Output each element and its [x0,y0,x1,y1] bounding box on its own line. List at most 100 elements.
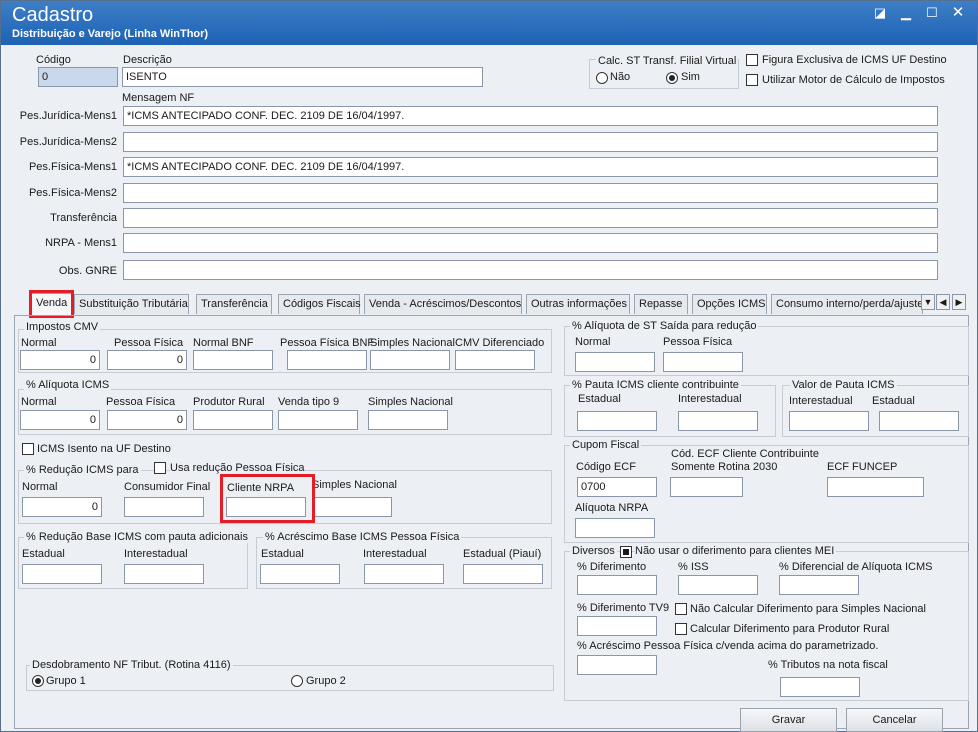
red-consumidor-input[interactable] [124,497,204,517]
tab-substituicao-tributaria[interactable]: Substituição Tributária [74,294,189,314]
tab-outras-informacoes[interactable]: Outras informações [526,294,630,314]
diversos-title: Diversos [570,545,617,557]
icms-isento-label: ICMS Isento na UF Destino [37,443,171,455]
msg-input[interactable] [123,233,938,253]
cmv-simples-input[interactable] [370,350,450,370]
cod-ecf-contrib-label: Cód. ECF Cliente Contribuinte [671,448,819,460]
iss-input[interactable] [678,575,758,595]
msg-label: Pes.Jurídica-Mens2 [19,136,117,148]
cmv-diferenciado-input[interactable] [455,350,535,370]
st-pf-input[interactable] [663,352,743,372]
aliq-produtor-input[interactable] [193,410,273,430]
icms-isento-checkbox[interactable] [22,443,34,455]
msg-label: Transferência [50,212,117,224]
cmv-normal-input[interactable]: 0 [20,350,100,370]
red-normal-input[interactable]: 0 [22,497,102,517]
aliq-simples-input[interactable] [368,410,448,430]
nao-calcular-simples-checkbox[interactable] [675,603,687,615]
cmv-pf-bnf-input[interactable] [287,350,367,370]
tab-opcoes-icms[interactable]: Opções ICMS [692,294,767,314]
tab-scroll-left-icon[interactable]: ◀ [936,294,950,310]
tab-transferencia[interactable]: Transferência [196,294,272,314]
gravar-button[interactable]: Gravar [740,708,837,732]
redbase-interestadual-input[interactable] [124,564,204,584]
diferimento-label: % Diferimento [577,561,647,573]
diferencial-aliquota-label: % Diferencial de Alíquota ICMS [779,561,933,573]
acrbase-estadual-input[interactable] [260,564,340,584]
reducao-icms-title: % Redução ICMS para [24,464,141,476]
grupo2-radio[interactable] [291,675,303,687]
nao-usar-diferimento-checkbox[interactable] [620,546,632,558]
codigo-ecf-input[interactable]: 0700 [577,477,657,497]
st-normal-input[interactable] [575,352,655,372]
acrbase-piaui-input[interactable] [463,564,543,584]
tab-dropdown-icon[interactable]: ▼ [921,294,935,310]
close-button[interactable]: ✕ [947,5,969,21]
calc-st-label: Calc. ST Transf. Filial Virtual [596,55,739,67]
somente-rotina-label: Somente Rotina 2030 [671,461,778,473]
redbase-estadual-input[interactable] [22,564,102,584]
ecf-funcep-input[interactable] [827,477,924,497]
msg-input[interactable]: *ICMS ANTECIPADO CONF. DEC. 2109 DE 16/0… [123,106,938,126]
radio-nao[interactable] [596,72,608,84]
grupo2-label: Grupo 2 [306,675,346,687]
figura-exclusiva-checkbox[interactable] [746,54,758,66]
tributos-nota-input[interactable] [780,677,860,697]
aliquota-nrpa-label: Alíquota NRPA [575,502,649,514]
tab-codigos-fiscais[interactable]: Códigos Fiscais [278,294,361,314]
acrescimo-pf-label: % Acréscimo Pessoa Física c/venda acima … [577,640,879,652]
vp-interestadual-input[interactable] [789,411,869,431]
mensagem-nf-label: Mensagem NF [122,92,195,104]
tab-venda-acrescimos[interactable]: Venda - Acréscimos/Descontos [364,294,522,314]
nao-calcular-simples-label: Não Calcular Diferimento para Simples Na… [690,603,926,615]
diferimento-input[interactable] [577,575,657,595]
msg-input[interactable]: *ICMS ANTECIPADO CONF. DEC. 2109 DE 16/0… [123,157,938,177]
minimize-button[interactable]: ▁ [895,5,917,21]
vp-estadual-input[interactable] [879,411,959,431]
cmv-pf-input[interactable]: 0 [107,350,187,370]
restore-layout-icon[interactable]: ◪ [869,5,891,21]
acrbase-estadual-label: Estadual [261,548,304,560]
diferencial-aliquota-input[interactable] [779,575,859,595]
acrescimo-pf-input[interactable] [577,655,657,675]
tab-consumo-interno[interactable]: Consumo interno/perda/ajuste [771,294,923,314]
cod-ecf-contrib-input[interactable] [670,477,743,497]
cmv-pf-bnf-label: Pessoa Física BNF [280,337,375,349]
descricao-input[interactable]: ISENTO [122,67,483,87]
maximize-button[interactable]: ☐ [921,5,943,21]
diferimento-tv9-input[interactable] [577,616,657,636]
aliq-normal-input[interactable]: 0 [20,410,100,430]
tab-repasse[interactable]: Repasse [634,294,688,314]
reducao-base-title: % Redução Base ICMS com pauta adicionais [24,531,250,543]
msg-label: NRPA - Mens1 [45,237,117,249]
aliquota-icms-title: % Alíquota ICMS [24,379,112,391]
aliq-venda9-input[interactable] [278,410,358,430]
cmv-normal-bnf-input[interactable] [193,350,273,370]
radio-sim[interactable] [666,72,678,84]
form-client-area: Código 0 Descrição ISENTO Calc. ST Trans… [4,45,974,732]
grupo1-label: Grupo 1 [46,675,86,687]
codigo-input[interactable]: 0 [38,67,118,87]
calcular-produtor-checkbox[interactable] [675,623,687,635]
title-bar: Cadastro Distribuição e Varejo (Linha Wi… [1,1,977,45]
msg-input[interactable] [123,132,938,152]
window-subtitle: Distribuição e Varejo (Linha WinThor) [12,28,209,40]
acrbase-interestadual-input[interactable] [364,564,444,584]
window-title: Cadastro [12,4,94,26]
radio-sim-label: Sim [681,71,700,83]
red-simples-input[interactable] [312,497,392,517]
aliq-pf-input[interactable]: 0 [107,410,187,430]
msg-label: Pes.Jurídica-Mens1 [19,110,117,122]
msg-input[interactable] [123,183,938,203]
tab-scroll-right-icon[interactable]: ▶ [952,294,966,310]
utilizar-motor-checkbox[interactable] [746,74,758,86]
aliquota-nrpa-input[interactable] [575,518,655,538]
descricao-label: Descrição [123,54,172,66]
cancelar-button[interactable]: Cancelar [846,708,943,732]
msg-input[interactable] [123,208,938,228]
usa-reducao-pf-checkbox[interactable] [154,462,166,474]
pauta-interestadual-input[interactable] [678,411,758,431]
msg-input[interactable] [123,260,938,280]
grupo1-radio[interactable] [32,675,44,687]
pauta-estadual-input[interactable] [577,411,657,431]
